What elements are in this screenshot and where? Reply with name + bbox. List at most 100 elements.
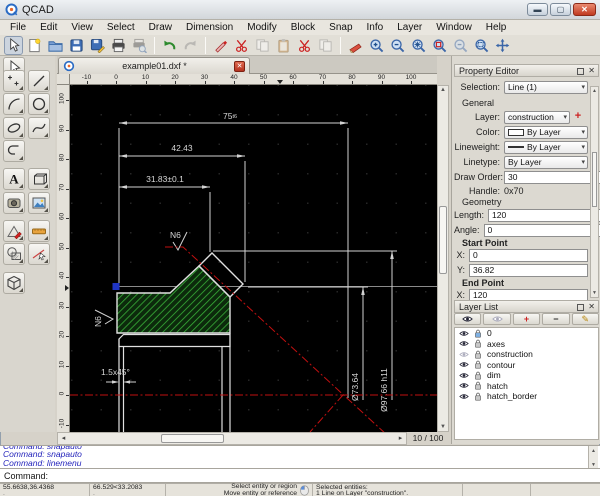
angle-input[interactable] xyxy=(484,224,600,237)
vertical-scrollbar[interactable]: ▲ ▼ xyxy=(437,85,449,432)
dimension-tool-button[interactable] xyxy=(3,220,25,242)
start-x-input[interactable] xyxy=(469,249,588,262)
lock-icon[interactable] xyxy=(474,329,482,338)
draw-pen-button[interactable] xyxy=(211,36,230,55)
layer-row-dim[interactable]: dim xyxy=(455,370,598,381)
eye-icon[interactable] xyxy=(459,393,469,400)
menu-edit[interactable]: Edit xyxy=(33,21,64,34)
lock-icon[interactable] xyxy=(474,339,482,348)
close-button[interactable]: ✕ xyxy=(573,3,596,16)
draw-order-input[interactable] xyxy=(504,171,600,184)
pan-button[interactable] xyxy=(493,36,512,55)
zoom-previous-button[interactable] xyxy=(430,36,449,55)
redo-button[interactable] xyxy=(181,36,200,55)
eye-icon[interactable] xyxy=(459,382,469,389)
property-editor-titlebar[interactable]: Property Editor ✕ xyxy=(454,64,599,77)
text-tool-button[interactable]: A xyxy=(3,168,25,190)
selection-tool-button[interactable] xyxy=(4,36,23,55)
hide-all-layers-button[interactable] xyxy=(483,313,510,325)
ruler-tool-button[interactable] xyxy=(28,220,50,242)
cut-with-reference-button[interactable] xyxy=(295,36,314,55)
command-history[interactable]: Command: snapautoCommand: snapautoComman… xyxy=(0,445,600,469)
reference-point-marker[interactable] xyxy=(113,283,120,290)
layer-row-hatch[interactable]: hatch xyxy=(455,381,598,392)
layer-list-titlebar[interactable]: Layer List ✕ xyxy=(454,300,599,313)
document-tab[interactable]: example01.dxf * ✕ xyxy=(58,57,250,74)
menu-select[interactable]: Select xyxy=(100,21,142,34)
menu-info[interactable]: Info xyxy=(360,21,391,34)
zoom-in-button[interactable] xyxy=(367,36,386,55)
lineweight-dropdown[interactable]: By Layer▾ xyxy=(504,141,588,154)
menu-window[interactable]: Window xyxy=(429,21,479,34)
eye-icon[interactable] xyxy=(459,372,469,379)
eye-icon[interactable] xyxy=(459,351,469,358)
prop-scroll-thumb[interactable] xyxy=(592,152,597,207)
tab-close-button[interactable]: ✕ xyxy=(234,61,245,72)
eye-icon[interactable] xyxy=(459,330,469,337)
color-dropdown[interactable]: By Layer▾ xyxy=(504,126,588,139)
show-all-layers-button[interactable] xyxy=(454,313,481,325)
scroll-up-icon[interactable]: ▲ xyxy=(438,87,448,93)
drawing-canvas[interactable]: 75t6 42.43 31.83±0.1 1.5x45° Ø73.64 Ø97.… xyxy=(70,85,437,432)
cut-button[interactable] xyxy=(232,36,251,55)
save-as-button[interactable] xyxy=(88,36,107,55)
lock-icon[interactable] xyxy=(474,371,482,380)
layer-row-construction[interactable]: construction xyxy=(455,349,598,360)
copy-button[interactable] xyxy=(253,36,272,55)
menu-view[interactable]: View xyxy=(64,21,100,34)
layer-row-contour[interactable]: contour xyxy=(455,360,598,371)
command-line[interactable]: Command: xyxy=(0,469,600,483)
paste-button[interactable] xyxy=(274,36,293,55)
new-file-button[interactable] xyxy=(25,36,44,55)
eye-icon[interactable] xyxy=(459,340,469,347)
print-button[interactable] xyxy=(109,36,128,55)
menu-block[interactable]: Block xyxy=(284,21,322,34)
menu-modify[interactable]: Modify xyxy=(240,21,283,34)
menu-file[interactable]: File xyxy=(3,21,33,34)
remove-layer-button[interactable]: − xyxy=(542,313,569,325)
start-y-input[interactable] xyxy=(469,264,588,277)
linetype-dropdown[interactable]: By Layer▾ xyxy=(504,156,588,169)
menu-dimension[interactable]: Dimension xyxy=(179,21,240,34)
add-layer-icon[interactable]: + xyxy=(572,111,584,123)
scroll-down-icon[interactable]: ▼ xyxy=(591,462,596,468)
lock-icon[interactable] xyxy=(474,360,482,369)
menu-help[interactable]: Help xyxy=(479,21,514,34)
edit-pencil-button[interactable] xyxy=(346,36,365,55)
undo-button[interactable] xyxy=(160,36,179,55)
title-bar[interactable]: QCAD ▬ ▢ ✕ xyxy=(0,0,600,20)
edit-layer-button[interactable]: ✎ xyxy=(572,313,599,325)
menu-layer[interactable]: Layer xyxy=(390,21,429,34)
flange-strip[interactable] xyxy=(119,335,230,347)
eye-icon[interactable] xyxy=(462,315,473,323)
scroll-up-icon[interactable]: ▲ xyxy=(591,88,598,94)
image-tool-button[interactable] xyxy=(28,192,50,214)
layer-row-0[interactable]: 0 xyxy=(455,328,598,339)
close-panel-icon[interactable]: ✕ xyxy=(588,67,595,75)
eye-icon[interactable] xyxy=(459,361,469,368)
polyline-tool-button[interactable] xyxy=(3,140,25,162)
solid-tool-button[interactable] xyxy=(3,272,25,294)
point-tool-button[interactable] xyxy=(3,70,25,92)
property-editor-scrollbar[interactable]: ▲ ▼ xyxy=(590,86,599,298)
arc-tool-button[interactable] xyxy=(3,93,25,115)
scroll-down-icon[interactable]: ▼ xyxy=(591,290,598,296)
zoom-window-button[interactable] xyxy=(472,36,491,55)
auto-zoom-button[interactable] xyxy=(409,36,428,55)
menu-draw[interactable]: Draw xyxy=(142,21,179,34)
length-input[interactable] xyxy=(488,209,600,222)
open-file-button[interactable] xyxy=(46,36,65,55)
zoom-out-button[interactable] xyxy=(388,36,407,55)
modify-tool-button[interactable] xyxy=(28,243,50,265)
ellipse-tool-button[interactable] xyxy=(3,117,25,139)
hatched-section[interactable] xyxy=(117,266,230,333)
layer-dropdown[interactable]: construction▾ xyxy=(504,111,570,124)
scroll-left-icon[interactable]: ◂ xyxy=(58,433,69,444)
vscroll-thumb[interactable] xyxy=(439,206,447,274)
line-tool-button[interactable] xyxy=(28,70,50,92)
layer-row-axes[interactable]: axes xyxy=(455,339,598,350)
eye-icon[interactable] xyxy=(492,315,503,323)
float-panel-icon[interactable] xyxy=(577,68,584,75)
lock-icon[interactable] xyxy=(474,392,482,401)
save-file-button[interactable] xyxy=(67,36,86,55)
